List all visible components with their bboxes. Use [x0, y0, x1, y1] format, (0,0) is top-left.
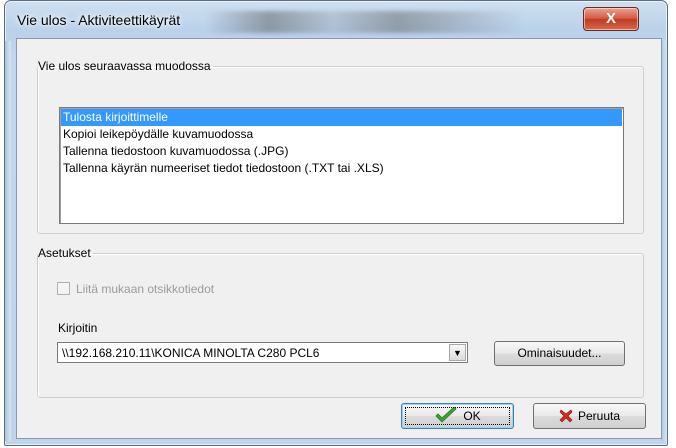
list-item-copy-clipboard[interactable]: Kopioi leikepöydälle kuvamuodossa [61, 126, 622, 143]
list-item-save-jpg[interactable]: Tallenna tiedostoon kuvamuodossa (.JPG) [61, 143, 622, 160]
focus-rectangle [405, 407, 510, 425]
printer-select[interactable]: \\192.168.210.11\KONICA MINOLTA C280 PCL… [57, 342, 468, 363]
settings-legend: Asetukset [38, 246, 91, 260]
export-format-group: Vie ulos seuraavassa muodossa Tulosta ki… [37, 59, 644, 234]
header-info-checkbox-row: Liitä mukaan otsikkotiedot [57, 282, 214, 296]
printer-label: Kirjoitin [58, 321, 98, 335]
red-x-icon [559, 407, 573, 431]
cancel-button-label: Peruuta [577, 409, 621, 423]
header-info-checkbox-label: Liitä mukaan otsikkotiedot [76, 282, 215, 296]
cancel-button[interactable]: Peruuta [533, 403, 646, 429]
list-item-save-numeric[interactable]: Tallenna käyrän numeeriset tiedot tiedos… [61, 160, 622, 177]
chevron-down-icon[interactable]: ▼ [449, 344, 466, 361]
dialog-client-area: Vie ulos seuraavassa muodossa Tulosta ki… [16, 38, 662, 439]
printer-select-value: \\192.168.210.11\KONICA MINOLTA C280 PCL… [62, 346, 320, 360]
settings-group: Asetukset Liitä mukaan otsikkotiedot Kir… [37, 246, 644, 398]
properties-button[interactable]: Ominaisuudet... [494, 341, 625, 366]
dialog-window: Vie ulos - Aktiviteettikäyrät X Vie ulos… [4, 0, 668, 446]
header-info-checkbox[interactable] [57, 282, 70, 295]
ok-button[interactable]: OK [401, 403, 514, 429]
close-button[interactable]: X [583, 7, 639, 31]
frame-edge-left [5, 41, 11, 441]
export-format-listbox[interactable]: Tulosta kirjoittimelle Kopioi leikepöydä… [59, 107, 624, 224]
window-title: Vie ulos - Aktiviteettikäyrät [17, 12, 181, 28]
export-format-legend: Vie ulos seuraavassa muodossa [38, 59, 211, 73]
list-item-print[interactable]: Tulosta kirjoittimelle [61, 109, 622, 126]
title-bar-background [205, 11, 525, 33]
